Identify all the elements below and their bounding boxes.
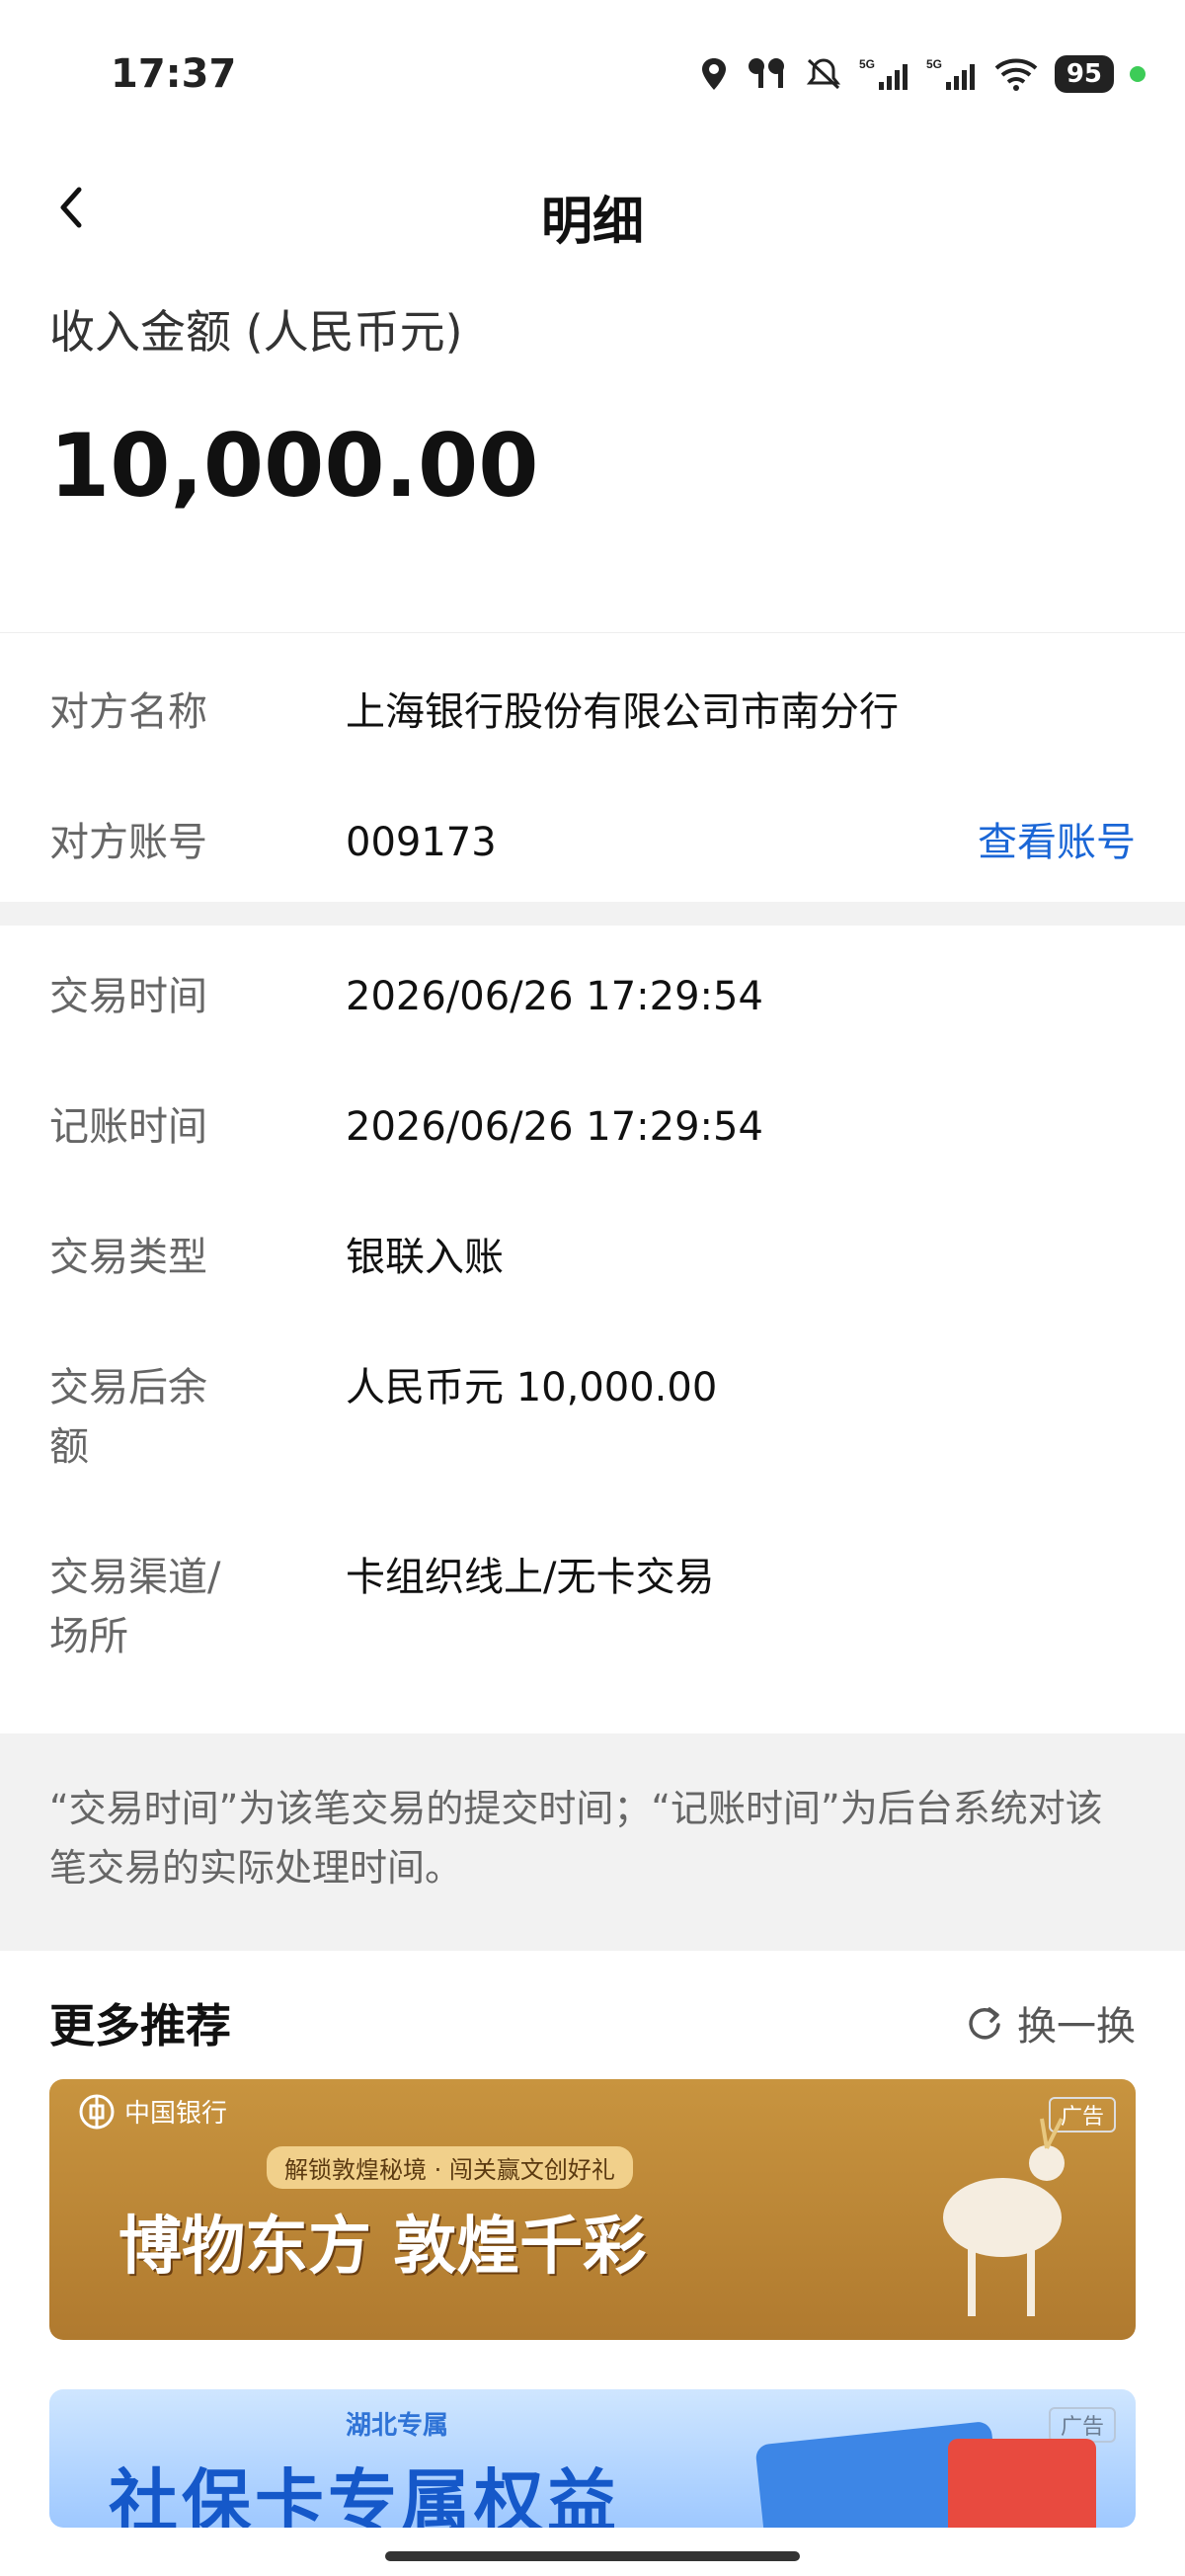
detail-value: 卡组织线上/无卡交易 — [346, 1555, 715, 1600]
amount-value: 10,000.00 — [49, 415, 539, 517]
detail-value: 上海银行股份有限公司市南分行 — [346, 689, 899, 735]
detail-key: 交易类型 — [49, 1235, 207, 1280]
detail-value: 009173 — [346, 820, 497, 865]
wifi-icon — [993, 56, 1039, 92]
promo-banner[interactable]: 广告 湖北专属 社保卡专属权益 — [49, 2389, 1136, 2528]
status-time: 17:37 — [111, 51, 237, 97]
banner-headline: 社保卡专属权益 — [109, 2461, 620, 2528]
refresh-icon — [969, 2007, 1000, 2040]
promo-banner[interactable]: 中国银行 广告 解锁敦煌秘境 · 闯关赢文创好礼 博物东方 敦煌千彩 — [49, 2079, 1136, 2340]
deer-illustration — [943, 2118, 1065, 2316]
home-indicator — [385, 2551, 800, 2561]
bank-logo: 中国银行 — [79, 2093, 227, 2130]
refresh-label: 换一换 — [1017, 2004, 1136, 2050]
amount-label: 收入金额 (人民币元) — [49, 305, 463, 359]
earbuds-icon — [745, 56, 788, 92]
detail-key: 交易后余 额 — [49, 1365, 207, 1470]
red-envelope — [948, 2439, 1096, 2528]
banner-headline: 博物东方 敦煌千彩 — [118, 2211, 647, 2284]
ad-tag: 广告 — [1048, 2407, 1116, 2443]
signal-5g-icon: 5G — [926, 56, 978, 92]
nav-bar: 明细 — [0, 158, 1185, 257]
page-title: 明细 — [540, 193, 644, 252]
bank-name: 中国银行 — [124, 2099, 228, 2129]
counterparty-section: 对方名称 上海银行股份有限公司市南分行 对方账号 009173 查看账号 — [0, 633, 1185, 902]
status-icons: 5G 5G 95 — [699, 55, 1146, 93]
detail-row: 对方名称 上海银行股份有限公司市南分行 — [49, 663, 1136, 813]
detail-value: 银联入账 — [346, 1235, 504, 1280]
detail-row: 记账时间 2026/06/26 17:29:54 — [49, 1097, 1136, 1228]
refresh-button[interactable]: 换一换 — [962, 1994, 1136, 2052]
mute-icon — [804, 56, 843, 92]
bank-logo-icon — [79, 2094, 115, 2129]
detail-value: 人民币元 10,000.00 — [346, 1365, 718, 1410]
location-icon — [699, 56, 729, 92]
banner-subtitle: 湖北专属 — [346, 2411, 449, 2441]
detail-row: 对方账号 009173 查看账号 — [49, 813, 1136, 872]
detail-key: 对方名称 — [49, 689, 207, 735]
detail-row: 交易渠道/ 场所 卡组织线上/无卡交易 — [49, 1548, 1136, 1714]
svg-text:5G: 5G — [859, 57, 875, 71]
svg-text:5G: 5G — [926, 57, 942, 71]
section-title: 更多推荐 — [49, 1999, 231, 2053]
banner-subtitle: 解锁敦煌秘境 · 闯关赢文创好礼 — [267, 2146, 633, 2189]
amount-section: 收入金额 (人民币元) 10,000.00 — [0, 257, 1185, 633]
signal-5g-icon: 5G — [859, 56, 910, 92]
status-bar: 17:37 5G 5G 95 — [0, 0, 1185, 158]
detail-row: 交易类型 银联入账 — [49, 1228, 1136, 1358]
battery-indicator: 95 — [1054, 55, 1114, 93]
detail-key: 交易时间 — [49, 974, 207, 1019]
detail-value: 2026/06/26 17:29:54 — [346, 974, 763, 1019]
time-explanation-note: “交易时间”为该笔交易的提交时间；“记账时间”为后台系统对该笔交易的实际处理时间… — [0, 1733, 1185, 1951]
detail-key: 记账时间 — [49, 1104, 207, 1150]
detail-value: 2026/06/26 17:29:54 — [346, 1104, 763, 1150]
view-account-link[interactable]: 查看账号 — [978, 813, 1136, 872]
detail-key: 对方账号 — [49, 820, 207, 865]
detail-row: 交易后余 额 人民币元 10,000.00 — [49, 1358, 1136, 1548]
detail-key: 交易渠道/ 场所 — [49, 1555, 221, 1659]
more-recommendations-header: 更多推荐 换一换 — [0, 1951, 1185, 2079]
detail-row: 交易时间 2026/06/26 17:29:54 — [49, 967, 1136, 1097]
active-dot-icon — [1130, 66, 1146, 82]
section-divider — [0, 902, 1185, 926]
transaction-details: 交易时间 2026/06/26 17:29:54 记账时间 2026/06/26… — [0, 926, 1185, 1714]
